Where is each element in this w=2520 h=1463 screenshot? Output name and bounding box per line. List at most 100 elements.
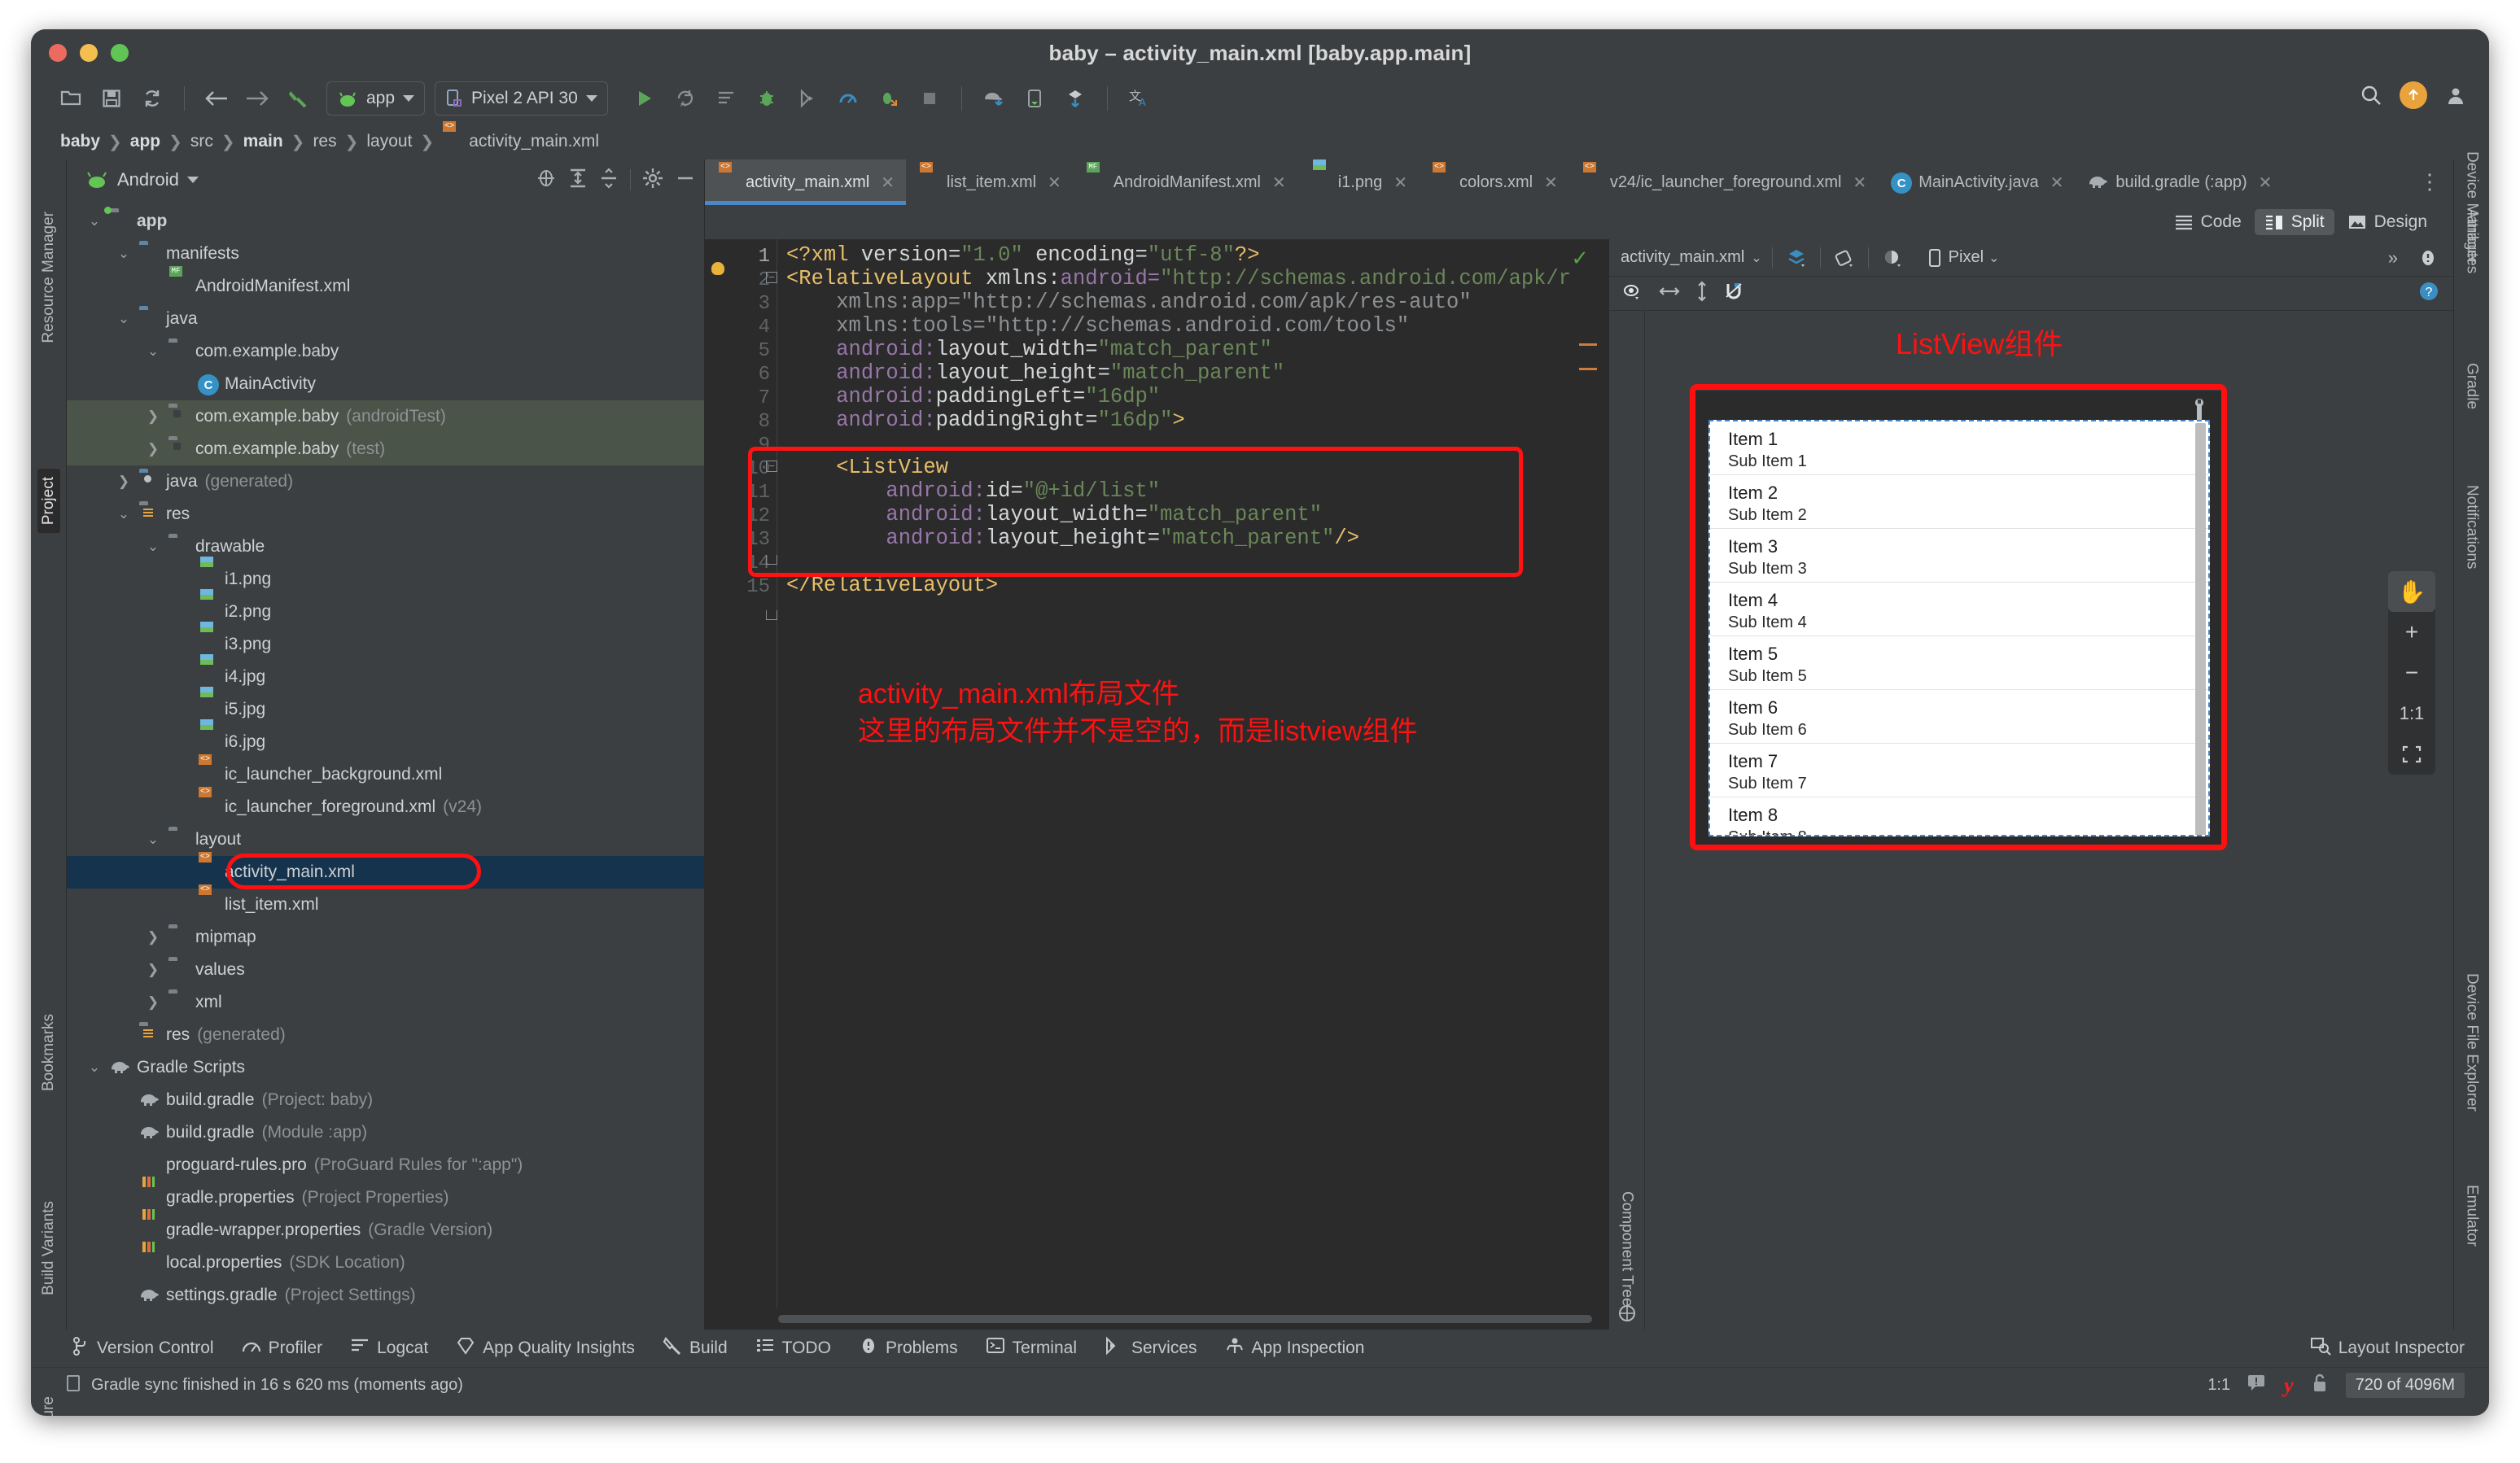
bottom-tab-terminal[interactable]: Terminal — [986, 1337, 1077, 1360]
list-item[interactable]: Item 3 Sub Item 3 — [1710, 529, 2208, 583]
project-tree[interactable]: ⌄ app ⌄ manifests AndroidManifest.xml ⌄ java ⌄ c… — [67, 200, 704, 1330]
bottom-tab-app-quality-insights[interactable]: App Quality Insights — [456, 1336, 635, 1360]
view-options-icon[interactable] — [1622, 282, 1645, 305]
design-canvas[interactable]: Component Tree ListView组件 Item 1 Sub Ite… — [1609, 311, 2453, 1330]
issues-icon[interactable] — [2414, 246, 2442, 270]
debug-run-icon[interactable] — [870, 80, 908, 117]
tree-item-gradle-wrapper-properties[interactable]: gradle-wrapper.properties (Gradle Versio… — [67, 1214, 704, 1247]
list-item[interactable]: Item 8 Sub Item 8 — [1710, 797, 2208, 835]
tree-expand-arrow[interactable]: ⌄ — [116, 506, 132, 522]
rail-item-emulator[interactable]: Emulator — [2463, 1185, 2481, 1247]
tree-item-i2-png[interactable]: i2.png — [67, 596, 704, 628]
bottom-tab-problems[interactable]: Problems — [859, 1336, 958, 1360]
breadcrumb-item-app[interactable]: app — [122, 132, 168, 151]
hide-panel-icon[interactable] — [675, 168, 696, 193]
fold-marker-line2[interactable]: − — [766, 272, 777, 283]
code-text[interactable]: <?xml version="1.0" encoding="utf-8"?> <R… — [786, 239, 1608, 1308]
orientation-icon[interactable] — [1831, 246, 1858, 270]
event-log-icon[interactable] — [2247, 1373, 2268, 1398]
close-icon[interactable]: ✕ — [1048, 173, 1061, 193]
tree-expand-arrow[interactable]: ⌄ — [86, 1059, 103, 1076]
tree-item-gradle-properties[interactable]: gradle.properties (Project Properties) — [67, 1181, 704, 1214]
tree-item-settings-gradle[interactable]: settings.gradle (Project Settings) — [67, 1279, 704, 1312]
listview-scrollbar[interactable] — [2195, 423, 2206, 835]
close-icon[interactable]: ✕ — [1544, 173, 1558, 193]
zoom-in-icon[interactable]: + — [2388, 612, 2435, 653]
scrollbar-thumb[interactable] — [778, 1315, 1592, 1323]
breadcrumb-item-main[interactable]: main — [235, 132, 291, 151]
bottom-tool-bar[interactable]: Version Control Profiler Logcat App Quality… — [31, 1330, 2489, 1367]
expand-all-icon[interactable] — [568, 168, 588, 193]
bottom-tab-version-control[interactable]: Version Control — [72, 1336, 214, 1360]
list-item[interactable]: Item 7 Sub Item 7 — [1710, 744, 2208, 797]
tree-expand-arrow[interactable]: ⌄ — [145, 539, 161, 555]
close-icon[interactable]: ✕ — [2259, 173, 2273, 193]
breadcrumb-item-res[interactable]: res — [304, 132, 344, 151]
apply-changes-icon[interactable] — [707, 80, 745, 117]
tree-item-res[interactable]: ⌄ res — [67, 498, 704, 531]
tree-item-xml[interactable]: ❯ xml — [67, 986, 704, 1019]
editor-tab-overflow[interactable]: ⋮ — [2406, 159, 2453, 205]
tree-item-proguard-rules-pro[interactable]: proguard-rules.pro (ProGuard Rules for "… — [67, 1149, 704, 1181]
magnet-icon[interactable] — [1723, 281, 1744, 306]
tab-split-view[interactable]: Split — [2254, 209, 2334, 235]
tree-item-com-example-baby[interactable]: ❯ com.example.baby (androidTest) — [67, 400, 704, 433]
close-icon[interactable]: ✕ — [2050, 173, 2064, 193]
list-item[interactable]: Item 1 Sub Item 1 — [1710, 421, 2208, 475]
horizontal-scrollbar[interactable] — [705, 1308, 1608, 1330]
memory-indicator[interactable]: 720 of 4096M — [2345, 1373, 2465, 1398]
tree-expand-arrow[interactable]: ❯ — [145, 994, 161, 1011]
code-editor[interactable]: 1 2 3 4 5 6 7 8 9 10 11 12 13 14 15 ✓ <?xml version="1… — [705, 239, 1608, 1330]
tree-expand-arrow[interactable]: ⌄ — [145, 343, 161, 360]
module-selector[interactable]: app — [326, 81, 426, 116]
editor-tab-mainactivity-java[interactable]: C MainActivity.java ✕ — [1878, 159, 2075, 205]
unlock-icon[interactable] — [2310, 1373, 2330, 1399]
tree-item-gradle-scripts[interactable]: ⌄ Gradle Scripts — [67, 1051, 704, 1084]
theme-icon[interactable] — [1879, 246, 1906, 270]
tree-item-java[interactable]: ⌄ java — [67, 303, 704, 335]
yandex-icon[interactable]: y — [2284, 1373, 2294, 1398]
bottom-tab-services[interactable]: Services — [1105, 1336, 1197, 1360]
bottom-tab-profiler[interactable]: Profiler — [242, 1337, 322, 1360]
list-item[interactable]: Item 4 Sub Item 4 — [1710, 583, 2208, 636]
editor-tab-build-gradle-app-[interactable]: build.gradle (:app) ✕ — [2075, 159, 2283, 205]
bottom-tab-app-inspection[interactable]: App Inspection — [1225, 1336, 1364, 1360]
tab-design-view[interactable]: Design — [2338, 209, 2437, 235]
tree-item-drawable[interactable]: ⌄ drawable — [67, 531, 704, 563]
back-arrow-icon[interactable] — [198, 80, 235, 117]
editor-tab-androidmanifest-xml[interactable]: AndroidManifest.xml ✕ — [1073, 159, 1297, 205]
chevron-down-icon[interactable] — [186, 177, 199, 183]
tree-expand-arrow[interactable]: ❯ — [145, 929, 161, 945]
rail-item-project[interactable]: Project — [37, 469, 60, 534]
close-icon[interactable]: ✕ — [1393, 173, 1407, 193]
breadcrumb-item-baby[interactable]: baby — [52, 132, 108, 151]
zoom-out-icon[interactable]: − — [2388, 653, 2435, 693]
editor-tab-list-item-xml[interactable]: list_item.xml ✕ — [906, 159, 1073, 205]
account-icon[interactable] — [2442, 81, 2470, 109]
collapse-all-icon[interactable] — [599, 167, 619, 193]
vertical-constraint-icon[interactable] — [1694, 281, 1710, 306]
breadcrumb-item-layout[interactable]: layout — [358, 132, 420, 151]
code-surface[interactable]: 1 2 3 4 5 6 7 8 9 10 11 12 13 14 15 ✓ <?xml version="1… — [705, 239, 1608, 1308]
overflow-icon[interactable]: » — [2388, 247, 2398, 269]
list-item[interactable]: Item 2 Sub Item 2 — [1710, 475, 2208, 529]
open-folder-icon[interactable] — [52, 80, 90, 117]
tree-item-local-properties[interactable]: local.properties (SDK Location) — [67, 1247, 704, 1279]
breadcrumb[interactable]: baby ❯ app ❯ src ❯ main ❯ res ❯ layout ❯… — [31, 124, 2489, 159]
tree-expand-arrow[interactable]: ❯ — [145, 441, 161, 457]
rerun-icon[interactable]: A — [667, 80, 704, 117]
device-selector[interactable]: Pixel 2 API 30 — [435, 81, 608, 116]
device-icon[interactable] — [1921, 246, 1949, 270]
update-icon[interactable] — [2400, 81, 2427, 109]
tree-item-activity-main-xml[interactable]: activity_main.xml — [67, 854, 704, 889]
bottom-tab-build[interactable]: Build — [663, 1336, 728, 1360]
tree-expand-arrow[interactable]: ❯ — [145, 962, 161, 978]
rail-item-device-manager[interactable]: Device Manager — [2463, 151, 2481, 264]
tree-item-build-gradle[interactable]: build.gradle (Project: baby) — [67, 1084, 704, 1116]
save-icon[interactable] — [93, 80, 130, 117]
tree-item-build-gradle[interactable]: build.gradle (Module :app) — [67, 1116, 704, 1149]
stop-icon[interactable] — [911, 80, 948, 117]
settings-gear-icon[interactable] — [642, 168, 663, 193]
editor-tab-colors-xml[interactable]: colors.xml ✕ — [1419, 159, 1569, 205]
close-icon[interactable]: ✕ — [1272, 173, 1286, 193]
